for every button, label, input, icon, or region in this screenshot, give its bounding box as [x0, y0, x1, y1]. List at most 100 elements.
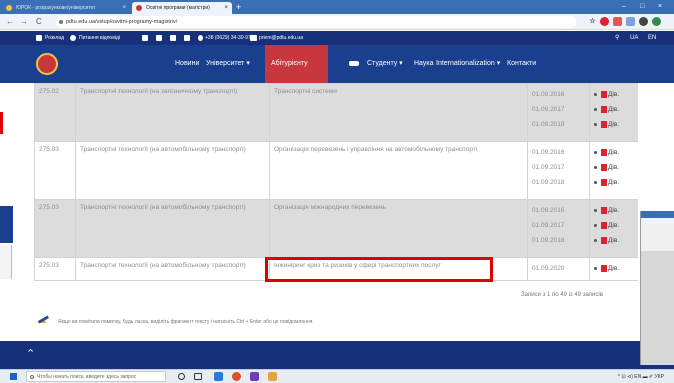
bullet-icon	[594, 165, 597, 169]
maximize-window-button[interactable]: □	[640, 0, 644, 14]
mail-icon	[250, 35, 257, 41]
extension-translate-icon[interactable]	[626, 17, 635, 26]
file-explorer-icon[interactable]	[268, 372, 277, 381]
instagram-icon[interactable]	[156, 35, 162, 41]
task-view-icon[interactable]	[194, 373, 202, 380]
taskbar-search-box[interactable]: Чтобы начать поиск, введите здесь запрос	[26, 371, 166, 382]
program-date: 01.09.2018	[532, 121, 565, 128]
program-date: 01.09.2020	[532, 265, 565, 272]
url-text: pdtu.edu.ua/vstup/osvitni-programy-magis…	[66, 19, 178, 25]
app-icon[interactable]	[250, 372, 259, 381]
table-row: 275.03 Транспортні технології (на автомоб…	[34, 199, 638, 258]
lang-ua[interactable]: UA	[630, 31, 638, 45]
edge-browser-icon[interactable]	[214, 372, 223, 381]
nav-contacts[interactable]: Контакти	[507, 45, 536, 83]
cortana-icon[interactable]	[178, 373, 185, 380]
feedback-note: Якщо ви помітили помилку, будь ласка, ви…	[58, 319, 314, 325]
nav-applicant[interactable]: Абітурієнту	[265, 45, 328, 83]
extension-shield-icon[interactable]	[613, 17, 622, 26]
lock-icon	[59, 20, 63, 24]
program-name-cell: Організація перевезень і управління на а…	[269, 141, 528, 200]
file-link-label: Дів.	[608, 265, 620, 272]
nav-internationalization[interactable]: Internationalization ▾	[436, 45, 500, 83]
pdf-icon	[601, 163, 607, 171]
main-navigation: Новини Університет ▾ Абітурієнту Студент…	[0, 45, 674, 83]
background-window-left	[0, 245, 12, 279]
table-row: 275.02 Транспортні технології (на залізни…	[34, 83, 638, 142]
reload-button[interactable]: C	[36, 16, 42, 28]
browser-tab-strip: ЮРОК - розрахункове/університет × Освітн…	[0, 0, 674, 14]
lang-en[interactable]: EN	[648, 31, 656, 45]
background-window-nav	[0, 206, 13, 243]
file-link[interactable]: Дів.	[594, 87, 634, 102]
file-link[interactable]: Дів.	[594, 175, 634, 190]
pdf-icon	[601, 178, 607, 186]
nav-student[interactable]: Студенту ▾	[367, 45, 403, 83]
file-link-label: Дів.	[608, 164, 620, 171]
bullet-icon	[594, 107, 597, 111]
youtube-icon[interactable]	[184, 35, 190, 41]
forward-button[interactable]: →	[20, 16, 28, 28]
pdf-icon	[601, 105, 607, 113]
background-window-address	[641, 218, 674, 224]
specialty-code-cell: 275.03	[34, 199, 76, 258]
file-link-label: Дів.	[608, 237, 620, 244]
dates-cell: 01.09.2016 01.09.2017 01.09.2018	[527, 199, 590, 258]
pdf-icon	[601, 236, 607, 244]
file-link[interactable]: Дів.	[594, 117, 634, 132]
scroll-to-top-button[interactable]: ⌃	[26, 347, 35, 361]
system-tray[interactable]: ^ ⊡ ⊲) EN ▬ ✐ УКР	[618, 370, 664, 383]
topbar-email[interactable]: priem@pdtu.edu.ua	[259, 31, 303, 45]
profile-avatar-icon[interactable]	[652, 17, 661, 26]
tab-close-icon[interactable]: ×	[224, 2, 228, 14]
windows-start-icon[interactable]	[10, 373, 17, 380]
nav-news[interactable]: Новини	[175, 45, 199, 83]
program-date: 01.09.2016	[532, 91, 565, 98]
file-link[interactable]: Дів.	[594, 218, 634, 233]
topbar-link-faq[interactable]: Питання відповіді	[79, 31, 120, 45]
new-tab-button[interactable]: +	[236, 1, 241, 13]
topbar-phone[interactable]: +38 (0629) 34-30-97	[205, 31, 251, 45]
background-window-tab	[641, 211, 674, 218]
back-button[interactable]: ←	[6, 16, 14, 28]
background-window-highlight	[0, 112, 3, 134]
extension-puzzle-icon[interactable]	[639, 17, 648, 26]
records-info: Записи з 1 по 49 із 49 записів	[521, 292, 603, 298]
nav-university[interactable]: Університет ▾	[206, 45, 250, 83]
file-link[interactable]: Дів.	[594, 145, 634, 160]
facebook-icon[interactable]	[142, 35, 148, 41]
telegram-icon[interactable]	[170, 35, 176, 41]
site-footer: ⌃	[0, 341, 674, 369]
bookmark-star-icon[interactable]: ☆	[588, 17, 597, 26]
tab-close-icon[interactable]: ×	[122, 2, 126, 14]
pdf-icon	[601, 148, 607, 156]
topbar-link-schedule[interactable]: Розклад	[45, 31, 64, 45]
background-browser-window[interactable]	[640, 211, 674, 365]
file-link[interactable]: Дів.	[594, 203, 634, 218]
file-link-label: Дів.	[608, 207, 620, 214]
file-link[interactable]: Дів.	[594, 233, 634, 248]
file-link-label: Дів.	[608, 222, 620, 229]
nav-science[interactable]: Наука	[414, 45, 433, 83]
chrome-browser-icon[interactable]	[232, 372, 241, 381]
files-cell: Дів.	[589, 257, 638, 281]
program-date: 01.09.2017	[532, 222, 565, 229]
university-logo[interactable]	[36, 53, 58, 75]
site-search-icon[interactable]: ⚲	[615, 31, 619, 45]
file-link-label: Дів.	[608, 106, 620, 113]
address-bar[interactable]: pdtu.edu.ua/vstup/osvitni-programy-magis…	[56, 16, 576, 28]
browser-tab-2[interactable]: Освітні програми (магістри) ×	[132, 2, 232, 14]
file-link[interactable]: Дів.	[594, 261, 634, 276]
site-top-bar: Розклад Питання відповіді +38 (0629) 34-…	[0, 31, 674, 45]
file-link[interactable]: Дів.	[594, 160, 634, 175]
minimize-window-button[interactable]: –	[622, 0, 626, 14]
program-date: 01.09.2018	[532, 237, 565, 244]
program-name-cell: Транспортні системи	[269, 83, 528, 142]
close-window-button[interactable]: ×	[658, 0, 662, 14]
file-link[interactable]: Дів.	[594, 102, 634, 117]
bullet-icon	[594, 92, 597, 96]
browser-tab-1[interactable]: ЮРОК - розрахункове/університет ×	[2, 2, 130, 14]
extension-opera-icon[interactable]	[600, 17, 609, 26]
dates-cell: 01.09.2020	[527, 257, 590, 281]
bullet-icon	[594, 180, 597, 184]
